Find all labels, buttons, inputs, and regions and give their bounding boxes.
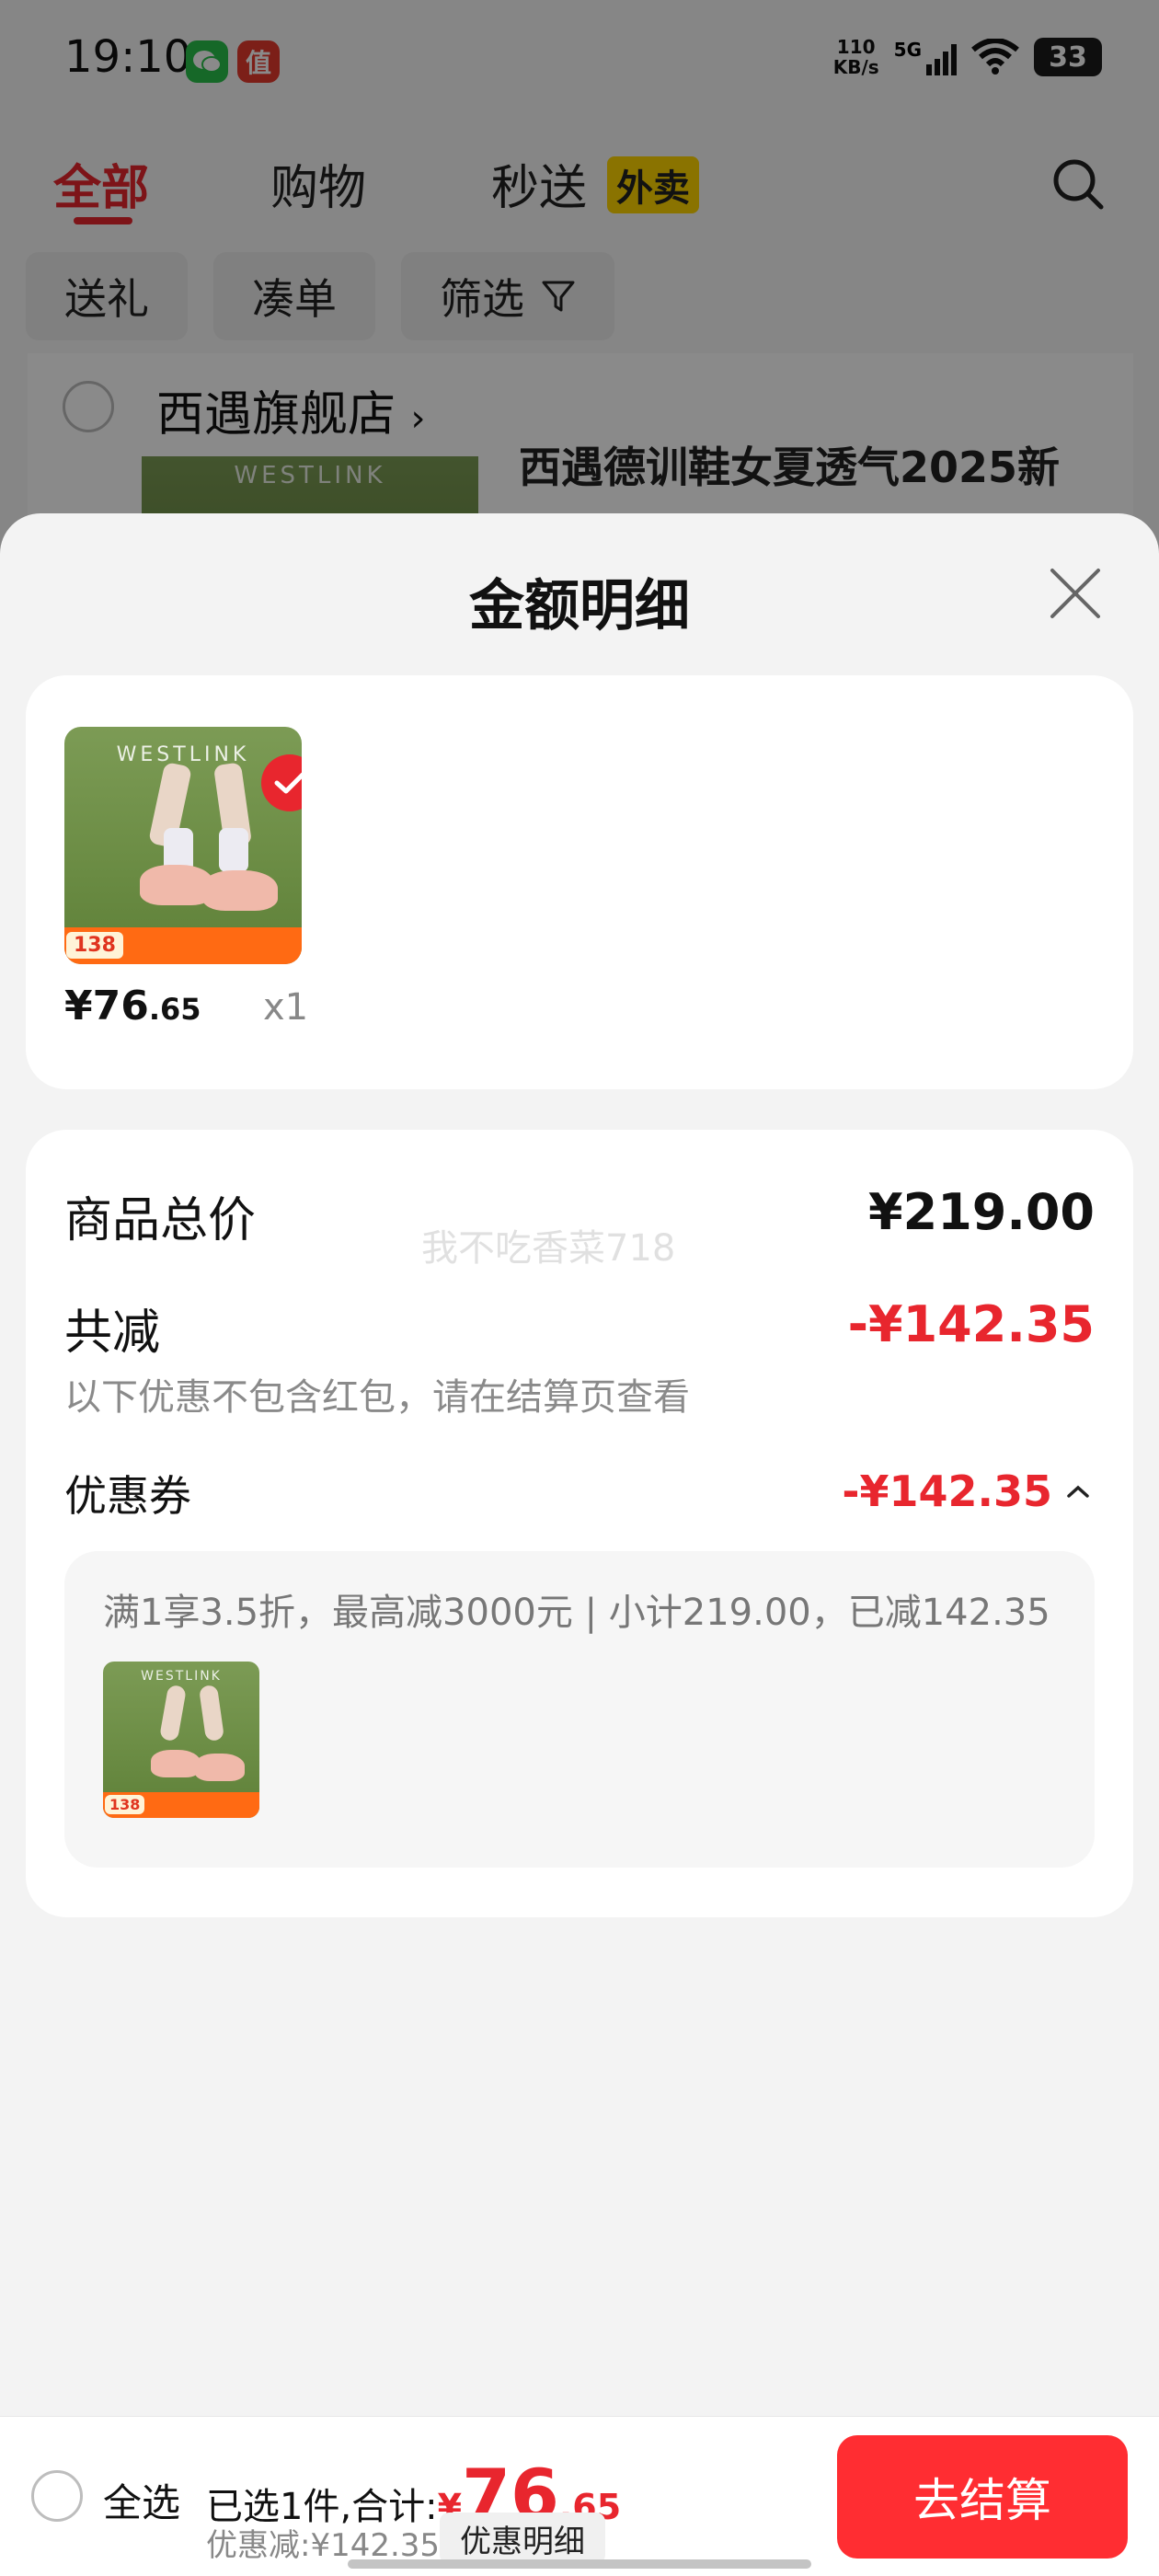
select-all-radio[interactable] bbox=[31, 2470, 83, 2522]
coupon-label: 优惠券 bbox=[64, 1471, 191, 1521]
total-price-label: 商品总价 bbox=[64, 1193, 257, 1248]
product-art-sock bbox=[219, 828, 248, 872]
coupon-product-brand: WESTLINK bbox=[141, 1669, 222, 1684]
discount-detail-button[interactable]: 优惠明细 bbox=[440, 2513, 605, 2564]
coupon-art-shoe bbox=[195, 1754, 245, 1781]
coupon-rule: 满1享3.5折，最高减3000元 | 小计219.00，已减142.35 bbox=[103, 1592, 1050, 1634]
total-reduction-label: 共减 bbox=[64, 1305, 161, 1361]
product-price-int: ¥76 bbox=[64, 983, 149, 1029]
product-price-tag: 138 bbox=[66, 932, 123, 959]
product-art-shoe bbox=[202, 870, 278, 911]
coupon-art-leg bbox=[198, 1684, 225, 1742]
coupon-product-thumbnail[interactable]: WESTLINK 138 bbox=[103, 1662, 259, 1818]
select-all-label[interactable]: 全选 bbox=[103, 2472, 180, 2528]
watermark: 我不吃香菜718 bbox=[421, 1227, 676, 1270]
discount-text: 优惠减:¥142.35 bbox=[206, 2527, 441, 2564]
chevron-up-icon bbox=[1067, 1485, 1089, 1498]
sheet-title: 金额明细 bbox=[469, 574, 690, 638]
page: 19:10 值 110 KB/s 5G 33 全部 购物 秒送 外卖 送礼 凑单… bbox=[0, 0, 1159, 2576]
amount-detail-sheet: 金额明细 WESTLINK 138 ¥76.65 x1 商品总价 我不吃香菜71… bbox=[0, 513, 1159, 2418]
product-price: ¥76.65 bbox=[64, 983, 201, 1029]
close-icon[interactable] bbox=[1045, 563, 1106, 624]
product-quantity: x1 bbox=[263, 986, 309, 1029]
reduction-note: 以下优惠不包含红包，请在结算页查看 bbox=[64, 1376, 690, 1419]
home-indicator[interactable] bbox=[348, 2559, 811, 2569]
checkout-bar: 全选 已选1件,合计:¥76.65 优惠减:¥142.35 优惠明细 去结算 bbox=[0, 2416, 1159, 2576]
selected-products-card: WESTLINK 138 ¥76.65 x1 bbox=[26, 675, 1133, 1089]
coupon-toggle[interactable]: -¥142.35 bbox=[842, 1466, 1091, 1516]
coupon-price-tag: 138 bbox=[105, 1795, 145, 1814]
price-detail-card: 商品总价 我不吃香菜718 ¥219.00 共减 -¥142.35 以下优惠不包… bbox=[26, 1130, 1133, 1917]
product-price-dec: .65 bbox=[148, 992, 201, 1027]
coupon-art-leg bbox=[158, 1684, 188, 1742]
total-reduction-value: -¥142.35 bbox=[847, 1295, 1095, 1353]
coupon-detail-box: 满1享3.5折，最高减3000元 | 小计219.00，已减142.35 WES… bbox=[64, 1551, 1095, 1868]
checkout-button[interactable]: 去结算 bbox=[837, 2435, 1128, 2559]
product-thumbnail[interactable]: WESTLINK 138 bbox=[64, 727, 302, 964]
coupon-art-shoe bbox=[151, 1750, 201, 1777]
coupon-value: -¥142.35 bbox=[842, 1466, 1052, 1516]
total-price-value: ¥219.00 bbox=[868, 1183, 1095, 1241]
product-brand: WESTLINK bbox=[116, 743, 250, 766]
